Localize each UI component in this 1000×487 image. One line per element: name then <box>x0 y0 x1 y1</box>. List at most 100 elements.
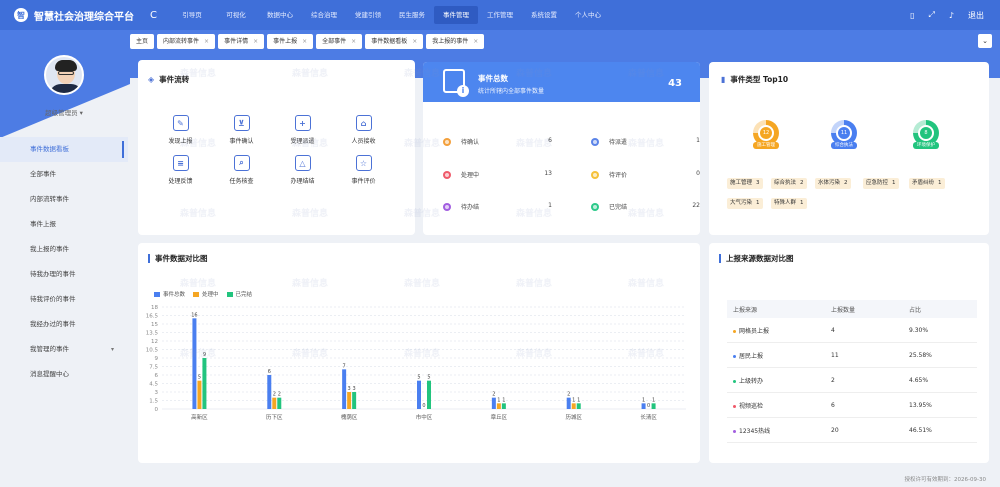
count-cell: 4 <box>831 326 835 334</box>
sidebar-item-label: 我经办过的事件 <box>30 320 76 328</box>
stat-item-2[interactable]: 处理中 <box>443 170 479 179</box>
stat-item-0[interactable]: 待确认 <box>443 137 479 146</box>
table-row[interactable]: 上级转办 2 4.65% <box>727 368 977 393</box>
close-icon[interactable]: × <box>473 34 478 49</box>
y-tick-label: 13.5 <box>146 331 159 337</box>
nav-item-6[interactable]: 事件管理 <box>434 6 478 24</box>
tab-1[interactable]: 内部流转事件 × <box>157 34 216 49</box>
sidebar-item-8[interactable]: 我管理的事件 ▾ <box>0 337 128 362</box>
sidebar-item-label: 待我评价的事件 <box>30 295 76 303</box>
flow-item-label: 任务核查 <box>229 178 254 185</box>
logout-button[interactable]: 退出 <box>968 10 984 21</box>
table-row[interactable]: 视频巡检 6 13.95% <box>727 393 977 418</box>
sidebar-item-9[interactable]: 消息提醒中心 <box>0 362 128 387</box>
phone-icon[interactable]: ▯ <box>910 11 914 20</box>
nav-item-1[interactable]: 可视化 <box>214 6 258 24</box>
ratio-cell: 46.51% <box>909 426 932 434</box>
stat-value: 1 <box>548 202 552 209</box>
type-chip-6[interactable]: 特殊人群 1 <box>771 198 807 209</box>
status-dot-icon <box>443 202 451 211</box>
flow-item-5[interactable]: ⌕ 任务核查 <box>211 155 272 185</box>
close-icon[interactable]: × <box>302 34 307 49</box>
nav-item-8[interactable]: 系统设置 <box>522 6 566 24</box>
type-chip-3[interactable]: 应急防控 1 <box>863 178 899 189</box>
data-label: 5 <box>198 375 201 381</box>
tab-6[interactable]: 我上报的事件 × <box>426 34 485 49</box>
table-row[interactable]: 网格员上报 4 9.30% <box>727 318 977 343</box>
flow-item-6[interactable]: △ 办理结结 <box>272 155 333 185</box>
flow-item-label: 处理反馈 <box>168 178 193 185</box>
sidebar-item-7[interactable]: 我经办过的事件 <box>0 312 128 337</box>
nav-item-0[interactable]: 引导页 <box>170 6 214 24</box>
sidebar-item-3[interactable]: 事件上报 <box>0 212 128 237</box>
flow-item-4[interactable]: ≡ 处理反馈 <box>150 155 211 185</box>
sidebar-item-1[interactable]: 全部事件 <box>0 162 128 187</box>
flow-item-3[interactable]: ⌂ 人员接收 <box>333 115 394 145</box>
nav-item-5[interactable]: 民生服务 <box>390 6 434 24</box>
flow-item-1[interactable]: ⊻ 事件确认 <box>211 115 272 145</box>
app-logo[interactable]: 智 智慧社会治理综合平台 <box>0 8 148 23</box>
fullscreen-icon[interactable]: ⤢ <box>928 10 934 20</box>
tab-menu-chevron-down-icon[interactable]: ⌄ <box>978 34 992 48</box>
stat-item-1[interactable]: 待派遣 <box>591 137 627 146</box>
bell-icon[interactable]: ♪ <box>949 11 954 20</box>
data-label: 16 <box>191 312 197 318</box>
flow-item-2[interactable]: + 受理派遣 <box>272 115 333 145</box>
table-row[interactable]: 居民上报 11 25.58% <box>727 343 977 368</box>
tab-2[interactable]: 事件详情 × <box>218 34 265 49</box>
sidebar-item-4[interactable]: 我上报的事件 <box>0 237 128 262</box>
type-chip-4[interactable]: 矛盾纠纷 1 <box>909 178 945 189</box>
tabs-bar: 主页 内部流转事件 × 事件详情 × 事件上报 × 全部事件 × 事件数据看板 × 我上报的事件 × <box>130 34 485 49</box>
sidebar-item-6[interactable]: 待我评价的事件 <box>0 287 128 312</box>
flow-card-title: ◈ 事件流转 <box>148 74 189 85</box>
type-chip-1[interactable]: 综合执法 2 <box>771 178 807 189</box>
close-icon[interactable]: × <box>204 34 209 49</box>
nav-item-3[interactable]: 综合治理 <box>302 6 346 24</box>
nav-item-7[interactable]: 工作管理 <box>478 6 522 24</box>
tab-0[interactable]: 主页 <box>130 34 155 49</box>
nav-item-4[interactable]: 党建引领 <box>346 6 390 24</box>
gauge-2[interactable]: 8 环境保护 <box>913 120 939 149</box>
type-chip-5[interactable]: 大气污染 1 <box>727 198 763 209</box>
source-cell: 网格员上报 <box>727 326 827 335</box>
refresh-icon[interactable]: C <box>150 10 170 21</box>
y-tick-label: 10.5 <box>146 348 159 354</box>
tab-4[interactable]: 全部事件 × <box>316 34 363 49</box>
stat-item-4[interactable]: 待办结 <box>443 202 479 211</box>
tab-5[interactable]: 事件数据看板 × <box>365 34 424 49</box>
sidebar-item-0[interactable]: 事件数据看板 <box>0 137 128 162</box>
gauge-1[interactable]: 11 综合执法 <box>831 120 857 149</box>
sidebar-item-2[interactable]: 内部流转事件 <box>0 187 128 212</box>
gauge-0[interactable]: 12 施工管理 <box>753 120 779 149</box>
stat-item-3[interactable]: 待评价 <box>591 170 627 179</box>
source-name: 视频巡检 <box>739 402 764 410</box>
flow-item-0[interactable]: ✎ 发现上报 <box>150 115 211 145</box>
total-count: 43 <box>668 78 682 89</box>
layers-icon: ◈ <box>148 75 155 84</box>
type-chip-0[interactable]: 施工管理 3 <box>727 178 763 189</box>
flow-item-7[interactable]: ☆ 事件评价 <box>333 155 394 185</box>
table-row[interactable]: 12345热线 20 46.51% <box>727 418 977 443</box>
close-icon[interactable]: × <box>253 34 258 49</box>
chevron-down-icon: ▾ <box>110 346 114 353</box>
close-icon[interactable]: × <box>412 34 417 49</box>
total-card-header: i 事件总数 统计所辖内全部事件数量 43 <box>423 62 700 102</box>
bar-chart-icon: ▮ <box>721 75 726 84</box>
tab-label: 事件详情 <box>224 38 249 45</box>
bar-1-4 <box>496 403 501 409</box>
bullet-icon <box>733 404 736 408</box>
user-name-dropdown[interactable]: 超级管理员 ▾ <box>0 107 128 117</box>
nav-item-2[interactable]: 数据中心 <box>258 6 302 24</box>
stat-value: 22 <box>692 202 700 209</box>
stat-label: 待确认 <box>461 139 480 146</box>
x-tick-label: 市中区 <box>416 413 433 421</box>
count-cell: 20 <box>831 426 839 434</box>
stat-item-5[interactable]: 已完结 <box>591 202 627 211</box>
type-chip-2[interactable]: 水体污染 2 <box>815 178 851 189</box>
bar-0-3 <box>417 380 421 409</box>
sidebar-item-5[interactable]: 待我办理的事件 <box>0 262 128 287</box>
nav-item-9[interactable]: 个人中心 <box>566 6 610 24</box>
tab-3[interactable]: 事件上报 × <box>267 34 314 49</box>
close-icon[interactable]: × <box>351 34 356 49</box>
avatar[interactable] <box>44 55 84 95</box>
